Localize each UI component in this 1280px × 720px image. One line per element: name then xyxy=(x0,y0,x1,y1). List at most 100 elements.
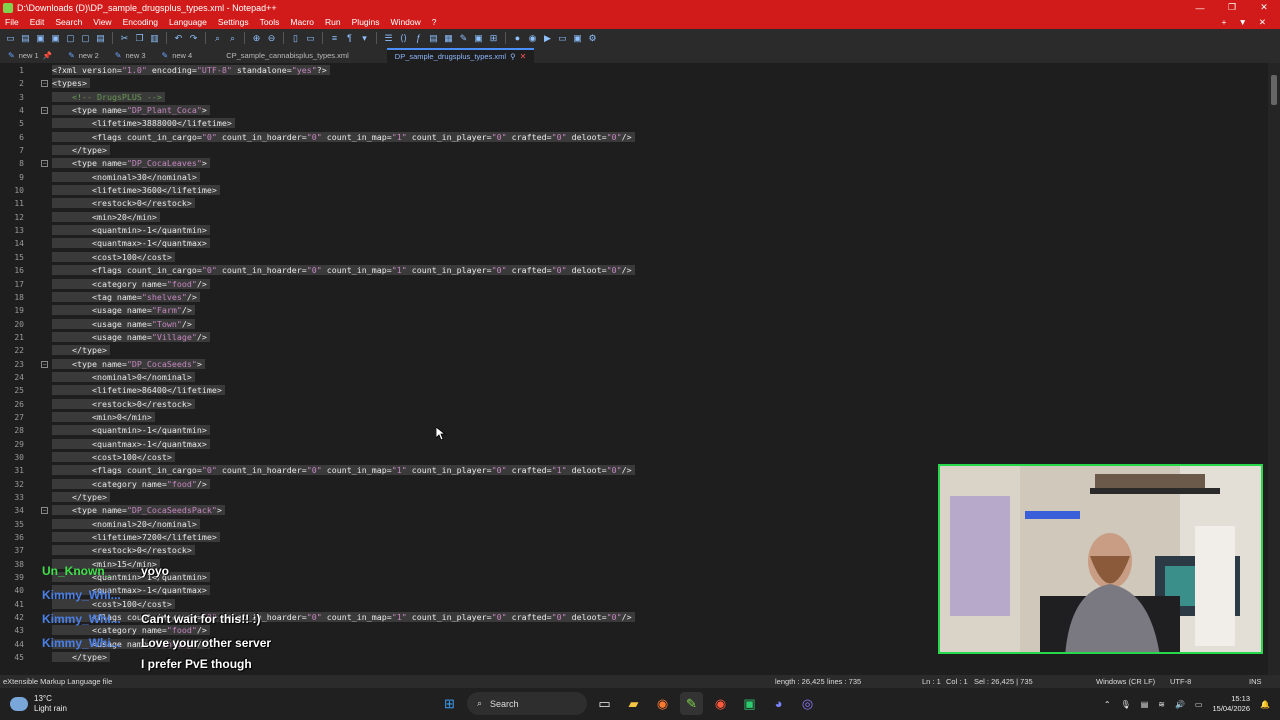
panel-icon[interactable]: ▣ xyxy=(472,32,485,45)
network-icon[interactable]: ▤ xyxy=(1141,700,1149,709)
fold-toggle-icon[interactable]: − xyxy=(41,107,48,115)
weather-widget[interactable]: 13°C Light rain xyxy=(10,694,67,714)
zoom-out-icon[interactable]: ⊖ xyxy=(265,32,278,45)
menu-settings[interactable]: Settings xyxy=(213,17,255,27)
tray-overflow-icon[interactable]: ⌃ xyxy=(1104,700,1111,709)
tab-new-4[interactable]: ✎ new 4 xyxy=(154,48,201,63)
save-all-icon[interactable]: ▣ xyxy=(49,32,62,45)
status-encoding[interactable]: UTF-8 xyxy=(1170,677,1191,686)
code-line[interactable]: 17 <category name="food"/> xyxy=(14,278,1268,291)
tab-cannabisplus[interactable]: CP_sample_cannabisplus_types.xml xyxy=(218,48,357,63)
vertical-scrollbar[interactable] xyxy=(1268,63,1280,675)
code-line[interactable]: 13 <quantmin>-1</quantmin> xyxy=(14,224,1268,237)
new-tab-icon[interactable]: + xyxy=(1221,17,1226,28)
menu-view[interactable]: View xyxy=(88,17,117,27)
code-line[interactable]: 21 <usage name="Village"/> xyxy=(14,331,1268,344)
close-button[interactable]: ✕ xyxy=(1248,2,1280,13)
code-line[interactable]: 16 <flags count_in_cargo="0" count_in_ho… xyxy=(14,264,1268,277)
run-macro-multiple-icon[interactable]: ▭ xyxy=(556,32,569,45)
find-icon[interactable]: ⌕ xyxy=(211,32,224,45)
menu-run[interactable]: Run xyxy=(320,17,347,27)
menu-encoding[interactable]: Encoding xyxy=(118,17,164,27)
fold-toggle-icon[interactable]: − xyxy=(41,160,48,168)
notifications-icon[interactable]: 🔔 xyxy=(1260,700,1270,709)
fold-toggle-icon[interactable]: − xyxy=(41,507,48,515)
scrollbar-thumb[interactable] xyxy=(1271,75,1277,105)
open-file-icon[interactable]: ▤ xyxy=(19,32,32,45)
code-line[interactable]: 19 <usage name="Farm"/> xyxy=(14,304,1268,317)
menu-help[interactable]: ? xyxy=(427,17,443,27)
code-line[interactable]: 9 <nominal>30</nominal> xyxy=(19,171,1268,184)
tab-new-2[interactable]: ✎ new 2 xyxy=(60,48,107,63)
code-line[interactable]: 7 </type> xyxy=(19,144,1268,157)
code-line[interactable]: 23 − <type name="DP_CocaSeeds"> xyxy=(14,358,1268,371)
record-macro-icon[interactable]: ● xyxy=(511,32,524,45)
replace-icon[interactable]: ⌕ xyxy=(226,32,239,45)
fold-toggle-icon[interactable]: − xyxy=(41,360,48,368)
menu-edit[interactable]: Edit xyxy=(25,17,51,27)
code-line[interactable]: 11 <restock>0</restock> xyxy=(14,197,1268,210)
menu-window[interactable]: Window xyxy=(386,17,427,27)
taskbar-search[interactable]: ⌕ Search xyxy=(467,692,587,715)
redo-icon[interactable]: ↷ xyxy=(187,32,200,45)
code-line[interactable]: 30 <cost>100</cost> xyxy=(14,451,1268,464)
zoom-in-icon[interactable]: ⊕ xyxy=(250,32,263,45)
code-line[interactable]: 25 <lifetime>86400</lifetime> xyxy=(14,384,1268,397)
word-wrap-icon[interactable]: ≡ xyxy=(328,32,341,45)
battery-icon[interactable]: ▭ xyxy=(1195,700,1203,709)
pin-icon[interactable]: ⚲ xyxy=(510,52,516,61)
udl-icon[interactable]: ☰ xyxy=(382,32,395,45)
streaming-app-icon[interactable]: ▣ xyxy=(738,692,761,715)
file-explorer-icon[interactable]: ▰ xyxy=(622,692,645,715)
tab-list-icon[interactable]: ▼ xyxy=(1238,17,1246,28)
code-line[interactable]: 26 <restock>0</restock> xyxy=(14,398,1268,411)
function-list-icon[interactable]: ƒ xyxy=(412,32,425,45)
indent-guide-icon[interactable]: ▾ xyxy=(358,32,371,45)
code-line[interactable]: 4 − <type name="DP_Plant_Coca"> xyxy=(19,104,1268,117)
code-line[interactable]: 5 <lifetime>3888000</lifetime> xyxy=(19,117,1268,130)
close-all-icon[interactable]: ▢ xyxy=(79,32,92,45)
undo-icon[interactable]: ↶ xyxy=(172,32,185,45)
status-eol[interactable]: Windows (CR LF) xyxy=(1096,677,1155,686)
code-line[interactable]: 10 <lifetime>3600</lifetime> xyxy=(14,184,1268,197)
code-line[interactable]: 24 <nominal>0</nominal> xyxy=(14,371,1268,384)
code-line[interactable]: 2 − <types> xyxy=(19,77,1268,90)
close-file-icon[interactable]: ▢ xyxy=(64,32,77,45)
save-macro-icon[interactable]: ▣ xyxy=(571,32,584,45)
code-line[interactable]: 12 <min>20</min> xyxy=(14,211,1268,224)
code-line[interactable]: 20 <usage name="Town"/> xyxy=(14,318,1268,331)
plugin-icon[interactable]: ⚙ xyxy=(586,32,599,45)
clock[interactable]: 15:13 15/04/2026 xyxy=(1212,694,1250,714)
paste-icon[interactable]: ▥ xyxy=(148,32,161,45)
maximize-button[interactable]: ❐ xyxy=(1216,2,1248,13)
code-line[interactable]: 3 <!-- DrugsPLUS --> xyxy=(19,91,1268,104)
close-doc-icon[interactable]: ✕ xyxy=(1259,17,1266,28)
copy-icon[interactable]: ❐ xyxy=(133,32,146,45)
windows-start-icon[interactable]: ⊞ xyxy=(438,692,461,715)
pin-icon[interactable]: 📌 xyxy=(43,51,52,60)
tab-new-3[interactable]: ✎ new 3 xyxy=(107,48,154,63)
folder-workspace-icon[interactable]: ▤ xyxy=(427,32,440,45)
show-all-chars-icon[interactable]: ¶ xyxy=(343,32,356,45)
code-line[interactable]: 15 <cost>100</cost> xyxy=(14,251,1268,264)
volume-icon[interactable]: 🔊 xyxy=(1175,700,1185,709)
code-line[interactable]: 18 <tag name="shelves"/> xyxy=(14,291,1268,304)
stop-macro-icon[interactable]: ◉ xyxy=(526,32,539,45)
wifi-icon[interactable]: ≋ xyxy=(1158,700,1165,709)
code-line[interactable]: 14 <quantmax>-1</quantmax> xyxy=(14,237,1268,250)
tab-new-1[interactable]: ✎ new 1 📌 xyxy=(0,48,60,63)
firefox-icon[interactable]: ◉ xyxy=(651,692,674,715)
code-line[interactable]: 22 </type> xyxy=(14,344,1268,357)
menu-language[interactable]: Language xyxy=(164,17,213,27)
task-view-icon[interactable]: ▭ xyxy=(593,692,616,715)
monitoring-icon[interactable]: ✎ xyxy=(457,32,470,45)
menu-file[interactable]: File xyxy=(0,17,25,27)
cut-icon[interactable]: ✂ xyxy=(118,32,131,45)
macro-panel-icon[interactable]: ⊞ xyxy=(487,32,500,45)
minimize-button[interactable]: — xyxy=(1184,3,1216,13)
code-line[interactable]: 29 <quantmax>-1</quantmax> xyxy=(14,438,1268,451)
new-file-icon[interactable]: ▭ xyxy=(4,32,17,45)
sync-vertical-icon[interactable]: ▯ xyxy=(289,32,302,45)
play-macro-icon[interactable]: ▶ xyxy=(541,32,554,45)
code-line[interactable]: 1 <?xml version="1.0" encoding="UTF-8" st… xyxy=(19,64,1268,77)
